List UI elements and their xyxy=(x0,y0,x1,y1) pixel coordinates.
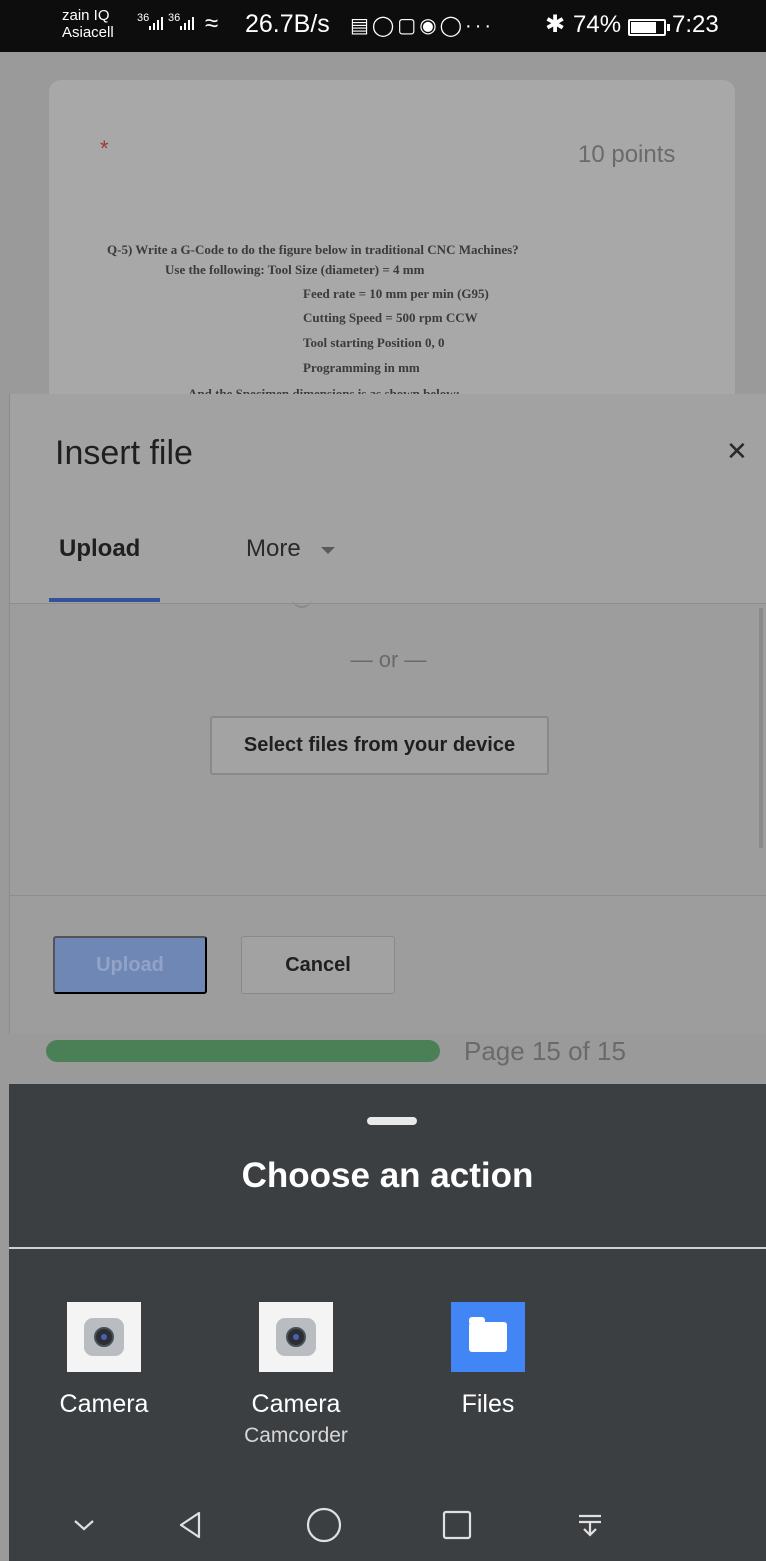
net-speed: 26.7B/s xyxy=(245,10,330,38)
battery-icon xyxy=(628,19,670,36)
notification-icons: ▤◯▢◉◯··· xyxy=(350,13,494,38)
nav-back-button[interactable] xyxy=(161,1488,221,1561)
question-line: Q-5) Write a G-Code to do the figure bel… xyxy=(107,242,519,257)
dialog-divider xyxy=(10,895,766,896)
messenger-icon: ◉ xyxy=(419,15,440,37)
pull-down-notifications-icon xyxy=(579,1514,601,1537)
app-label: Camera xyxy=(59,1390,149,1418)
wifi-icon: ≈ xyxy=(205,10,219,37)
files-icon[interactable] xyxy=(451,1302,525,1372)
app-label: Camera xyxy=(251,1390,341,1418)
tab-active-indicator xyxy=(49,598,160,602)
app-files[interactable]: Files xyxy=(408,1302,568,1419)
back-icon xyxy=(179,1511,201,1538)
recents-icon xyxy=(442,1510,472,1539)
home-icon xyxy=(306,1507,342,1542)
sim1-label: 36 xyxy=(137,12,150,24)
nav-notifications-button[interactable] xyxy=(560,1488,620,1561)
choose-action-sheet: Choose an action Camera Camera Camcorder… xyxy=(9,1084,766,1488)
app-camcorder[interactable]: Camera Camcorder xyxy=(216,1302,376,1448)
cancel-button[interactable]: Cancel xyxy=(241,936,395,994)
navigation-bar xyxy=(9,1488,766,1561)
required-mark: * xyxy=(100,136,109,161)
sim2-label: 36 xyxy=(168,12,181,24)
carrier-1: zain IQ xyxy=(62,7,110,24)
dialog-title: Insert file xyxy=(55,434,193,472)
dialog-header: Insert file ✕ Upload More xyxy=(10,394,766,604)
tab-upload[interactable]: Upload xyxy=(59,535,140,563)
whatsapp-icon: ◯ xyxy=(371,15,398,37)
app-camera[interactable]: Camera xyxy=(24,1302,184,1419)
select-files-button[interactable]: Select files from your device xyxy=(210,716,549,775)
or-separator: — or — xyxy=(350,647,427,672)
insert-file-dialog: Insert file ✕ Upload More — or — Select … xyxy=(9,394,766,1034)
question-points: 10 points xyxy=(578,141,676,168)
bluetooth-icon: ✱ xyxy=(545,11,566,38)
upload-drop-icon xyxy=(292,598,312,608)
clock: 7:23 xyxy=(672,11,719,38)
question-line: Programming in mm xyxy=(303,360,420,375)
question-line: Use the following: Tool Size (diameter) … xyxy=(165,262,425,277)
signal-1-icon xyxy=(149,14,163,30)
sheet-title: Choose an action xyxy=(241,1156,534,1195)
nav-recents-button[interactable] xyxy=(427,1488,487,1561)
carrier-2: Asiacell xyxy=(62,24,114,41)
more-notifications-icon: ··· xyxy=(465,15,495,37)
signal-2-icon xyxy=(180,14,194,30)
viber-icon: ◯ xyxy=(439,15,466,37)
form-progress-bar xyxy=(46,1040,440,1062)
page-indicator: Page 15 of 15 xyxy=(464,1036,626,1066)
camcorder-icon[interactable] xyxy=(259,1302,333,1372)
instagram-icon: ▢ xyxy=(397,15,420,37)
close-icon[interactable]: ✕ xyxy=(726,436,748,467)
app-sublabel: Camcorder xyxy=(244,1424,348,1447)
upload-button[interactable]: Upload xyxy=(53,936,207,994)
nav-collapse-button[interactable] xyxy=(54,1488,114,1561)
battery-percent: 74% xyxy=(573,11,622,38)
question-line: Cutting Speed = 500 rpm CCW xyxy=(303,310,478,325)
question-line: Feed rate = 10 mm per min (G95) xyxy=(303,286,489,301)
app-label: Files xyxy=(461,1390,515,1418)
book-icon: ▤ xyxy=(350,15,372,37)
sheet-divider xyxy=(9,1247,766,1249)
tab-more[interactable]: More xyxy=(246,535,301,563)
sheet-drag-handle[interactable] xyxy=(367,1117,417,1125)
chevron-down-icon[interactable] xyxy=(321,547,335,554)
camera-icon[interactable] xyxy=(67,1302,141,1372)
chevron-down-icon xyxy=(74,1519,94,1530)
nav-home-button[interactable] xyxy=(294,1488,354,1561)
question-line: Tool starting Position 0, 0 xyxy=(303,335,445,350)
carrier-names: zain IQ Asiacell xyxy=(62,7,114,41)
status-bar: zain IQ Asiacell 36 36 ≈ 26.7B/s ▤◯▢◉◯··… xyxy=(0,0,766,52)
dialog-scrollbar[interactable] xyxy=(759,608,763,848)
question-line: And the Specimen dimensions is as shown … xyxy=(188,386,460,394)
